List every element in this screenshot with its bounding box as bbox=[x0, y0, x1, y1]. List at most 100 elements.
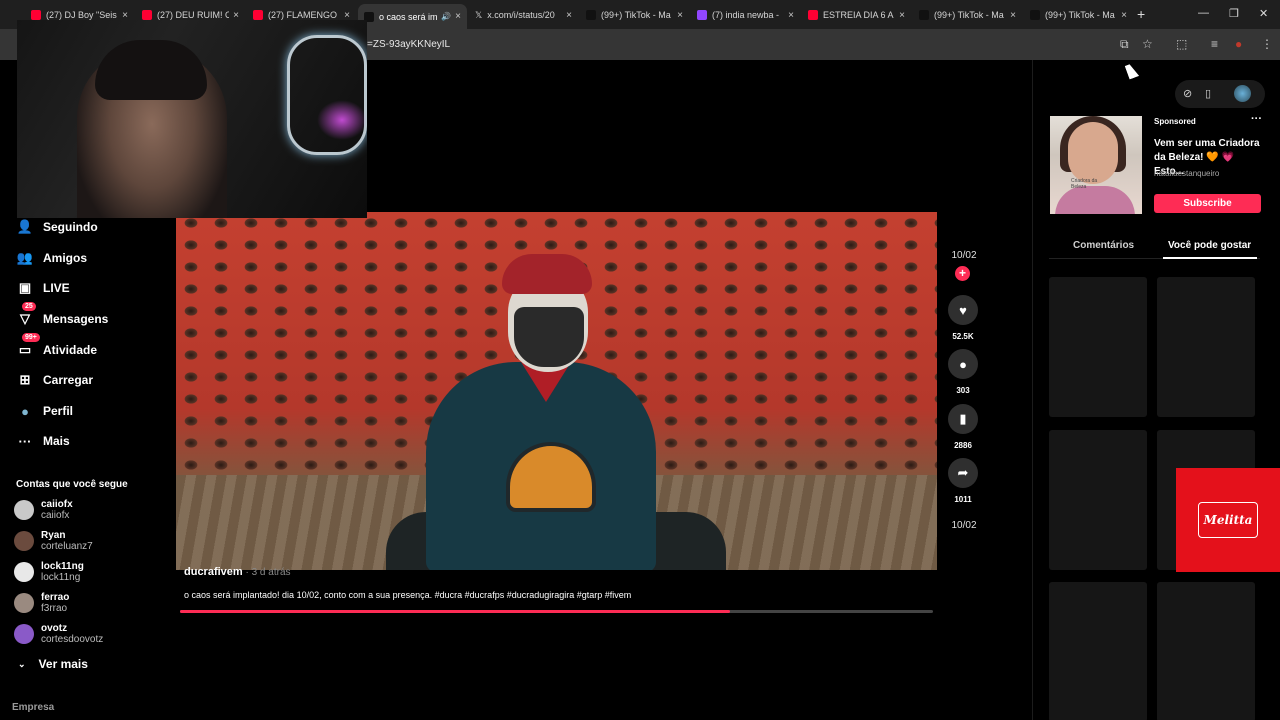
account-handle: lock11ng bbox=[41, 572, 81, 583]
panel-divider bbox=[1032, 60, 1033, 720]
video-progress-fill bbox=[180, 610, 730, 613]
browser-menu-icon[interactable]: ⋮ bbox=[1261, 37, 1273, 51]
nav-item-seguindo[interactable]: 👤 Seguindo bbox=[16, 217, 98, 237]
browser-tab[interactable]: (99+) TikTok - Ma × bbox=[913, 4, 1022, 26]
see-more-button[interactable]: ⌄ Ver mais bbox=[18, 657, 88, 671]
date-label-bottom: 10/02 bbox=[951, 520, 977, 531]
video-thumbnail[interactable] bbox=[1049, 277, 1147, 417]
tab-comments[interactable]: Comentários bbox=[1073, 240, 1134, 251]
nav-item-amigos[interactable]: 👥 Amigos bbox=[16, 248, 87, 268]
heart-icon: ♥ bbox=[959, 302, 967, 318]
ad-more-icon[interactable]: ··· bbox=[1251, 113, 1262, 125]
account-display-name: ovotz bbox=[41, 623, 68, 634]
video-thumbnail[interactable] bbox=[1157, 277, 1255, 417]
melitta-overlay: Melitta bbox=[1176, 468, 1280, 572]
browser-tab[interactable]: (99+) TikTok - Ma × bbox=[580, 4, 689, 26]
nav-label: Mensagens bbox=[43, 312, 109, 326]
profile-icon[interactable]: ● bbox=[1235, 37, 1242, 51]
restore-icon[interactable]: ❐ bbox=[1229, 7, 1239, 20]
video-author[interactable]: ducrafivem · 3 d atrás bbox=[184, 566, 291, 578]
install-app-icon[interactable]: ⧉ bbox=[1120, 37, 1129, 52]
compass-icon[interactable]: ⊘ bbox=[1183, 87, 1192, 100]
browser-tab[interactable]: 𝕏x.com/i/status/20 × bbox=[469, 4, 578, 26]
followed-account[interactable]: ferrao f3rrao bbox=[14, 589, 69, 617]
video-progress-bar[interactable] bbox=[180, 610, 933, 613]
browser-tab[interactable]: (99+) TikTok - Ma × bbox=[1024, 4, 1133, 26]
tab-close-icon[interactable]: × bbox=[566, 10, 572, 21]
friends-icon: 👥 bbox=[16, 250, 34, 265]
tab-title: ESTREIA DIA 6 A bbox=[823, 10, 894, 20]
bookmark-icon: ▮ bbox=[959, 411, 967, 426]
screen: (27) DJ Boy "Seis I × (27) DEU RUIM! O × (27… bbox=[0, 0, 1280, 720]
tab-favicon-icon bbox=[808, 10, 818, 20]
messages-badge: 25 bbox=[22, 302, 36, 311]
nav-label: Atividade bbox=[43, 343, 98, 357]
save-count: 2886 bbox=[954, 441, 972, 450]
minimize-icon[interactable]: — bbox=[1198, 7, 1209, 19]
new-tab-button[interactable]: + bbox=[1137, 6, 1145, 22]
extensions-icon[interactable]: ⬚ bbox=[1176, 37, 1187, 51]
close-window-icon[interactable]: ✕ bbox=[1259, 7, 1268, 20]
url-text[interactable]: =ZS-93ayKKNeyIL bbox=[367, 39, 450, 50]
followed-account[interactable]: Ryan corteluanz7 bbox=[14, 527, 93, 555]
share-icon: ➦ bbox=[957, 465, 969, 480]
save-button[interactable]: ▮ bbox=[948, 404, 978, 434]
video-thumbnail[interactable] bbox=[1157, 582, 1255, 720]
video-thumbnail[interactable] bbox=[1049, 582, 1147, 720]
messages-icon: ▽ 25 bbox=[16, 302, 36, 328]
tab-close-icon[interactable]: × bbox=[455, 11, 461, 22]
activity-badge: 99+ bbox=[22, 333, 40, 342]
tab-close-icon[interactable]: × bbox=[233, 10, 239, 21]
tab-close-icon[interactable]: × bbox=[788, 10, 794, 21]
tab-you-may-like[interactable]: Você pode gostar bbox=[1168, 240, 1251, 251]
share-button[interactable]: ➦ bbox=[948, 458, 978, 488]
nav-item-live[interactable]: ▣ LIVE bbox=[16, 278, 70, 298]
avatar bbox=[14, 500, 34, 520]
like-button[interactable]: ♥ bbox=[948, 295, 978, 325]
nav-item-carregar[interactable]: ⊞ Carregar bbox=[16, 370, 93, 390]
ad-person-face bbox=[1068, 122, 1118, 184]
media-controls-icon[interactable]: ≡ bbox=[1211, 37, 1218, 51]
video-thumbnail[interactable] bbox=[1049, 430, 1147, 570]
more-icon: ··· bbox=[18, 433, 32, 449]
followed-account[interactable]: caiiofx caiiofx bbox=[14, 496, 73, 524]
video-caption: o caos será implantado! dia 10/02, conto… bbox=[184, 590, 632, 600]
account-names: Ryan corteluanz7 bbox=[41, 530, 93, 552]
following-icon: 👤 bbox=[16, 219, 34, 234]
see-more-label: Ver mais bbox=[38, 657, 88, 671]
subscribe-button[interactable]: Subscribe bbox=[1154, 194, 1261, 213]
ad-thumbnail[interactable]: Criadora da Beleza bbox=[1050, 116, 1142, 214]
browser-tab[interactable]: (7) india newba - × bbox=[691, 4, 800, 26]
tab-title: (7) india newba - bbox=[712, 10, 780, 20]
browser-tab[interactable]: ESTREIA DIA 6 A × bbox=[802, 4, 911, 26]
follow-plus-button[interactable]: + bbox=[955, 266, 970, 281]
followed-account[interactable]: ovotz cortesdoovotz bbox=[14, 620, 103, 648]
video-player[interactable] bbox=[176, 212, 937, 570]
footer-company-link[interactable]: Empresa bbox=[12, 702, 54, 713]
speaker-icon[interactable]: 🔊 bbox=[441, 12, 451, 21]
nav-item-mais[interactable]: ··· Mais bbox=[16, 431, 70, 451]
comment-icon: ● bbox=[959, 356, 967, 372]
tab-close-icon[interactable]: × bbox=[1010, 10, 1016, 21]
mobile-icon[interactable]: ▯ bbox=[1205, 87, 1211, 100]
author-username[interactable]: ducrafivem bbox=[184, 566, 243, 578]
character-beret bbox=[502, 254, 592, 294]
browser-tab[interactable]: o caos será im 🔊 × bbox=[358, 4, 467, 29]
tab-favicon-icon bbox=[253, 10, 263, 20]
bookmark-star-icon[interactable]: ☆ bbox=[1142, 37, 1153, 51]
tab-close-icon[interactable]: × bbox=[899, 10, 905, 21]
tab-close-icon[interactable]: × bbox=[1121, 10, 1127, 21]
comment-button[interactable]: ● bbox=[948, 349, 978, 379]
nav-item-atividade[interactable]: ▭ 99+ Atividade bbox=[16, 333, 98, 360]
tab-close-icon[interactable]: × bbox=[677, 10, 683, 21]
nav-item-perfil[interactable]: ● Perfil bbox=[16, 401, 73, 421]
nav-item-mensagens[interactable]: ▽ 25 Mensagens bbox=[16, 302, 109, 329]
ad-username[interactable]: nataliaestanqueiro bbox=[1154, 169, 1219, 178]
followed-account[interactable]: lock11ng lock11ng bbox=[14, 558, 84, 586]
tab-title: (99+) TikTok - Ma bbox=[601, 10, 671, 20]
tab-favicon-icon bbox=[1030, 10, 1040, 20]
tab-close-icon[interactable]: × bbox=[122, 10, 128, 21]
tab-close-icon[interactable]: × bbox=[344, 10, 350, 21]
comment-count: 303 bbox=[956, 386, 970, 395]
user-avatar[interactable] bbox=[1234, 85, 1251, 102]
